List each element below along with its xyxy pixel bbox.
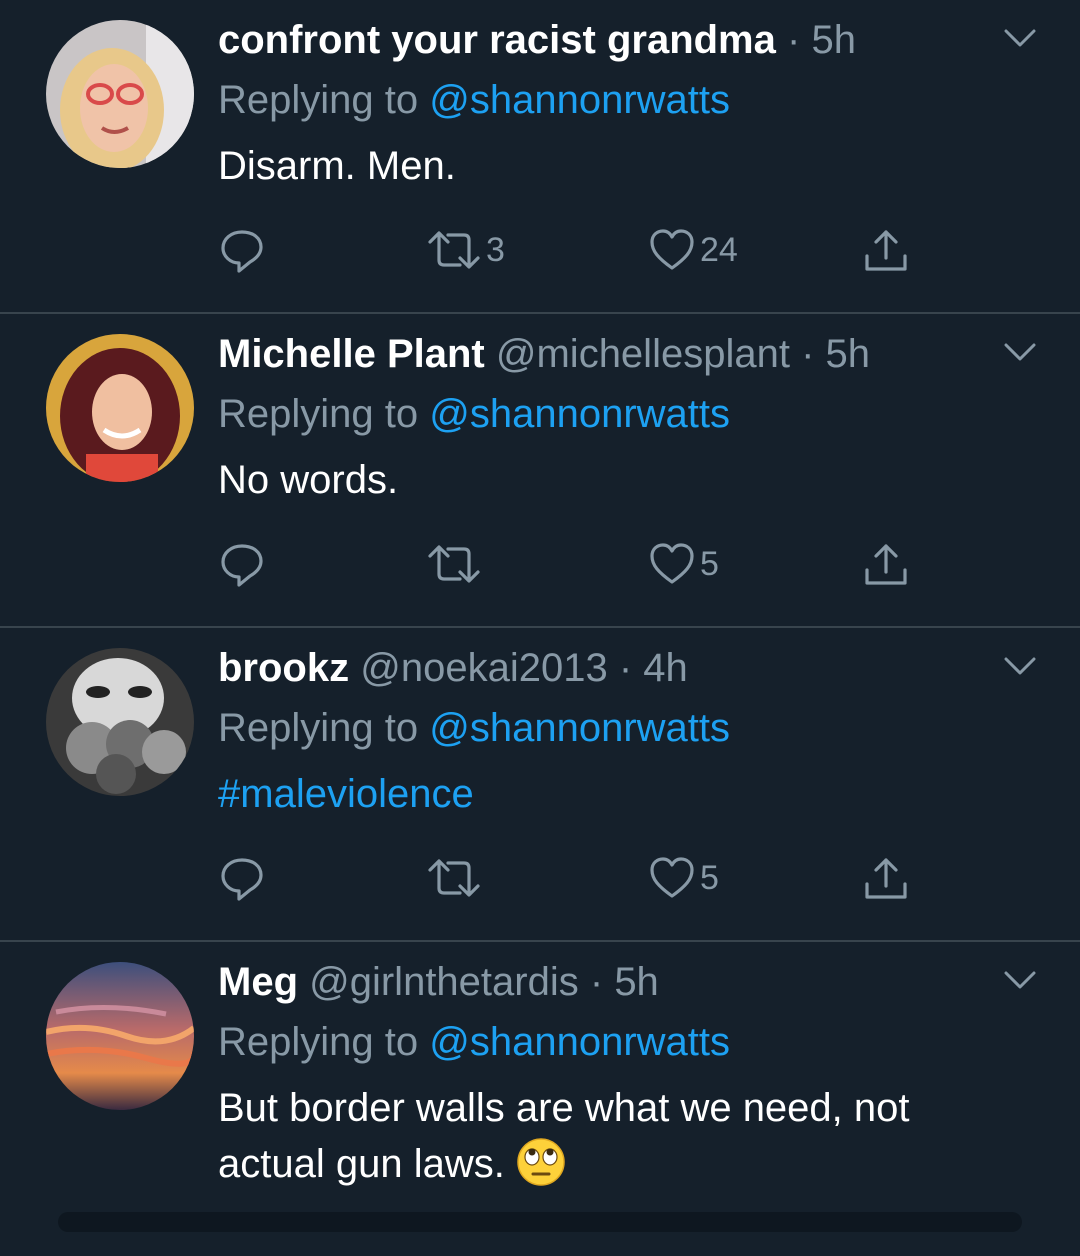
- mention-link[interactable]: @shannonrwatts: [429, 392, 730, 436]
- like-count: 24: [700, 230, 738, 269]
- reply-feed: confront your racist grandma · 5h Replyi…: [0, 0, 1080, 1256]
- tweet-actions: 5: [218, 850, 938, 906]
- replying-to-label: Replying to: [218, 78, 430, 122]
- replying-to: Replying to @shannonrwatts: [218, 1016, 730, 1068]
- reply-icon: [221, 858, 263, 901]
- heart-icon: [650, 857, 694, 898]
- tweet-text: Disarm. Men.: [218, 144, 456, 188]
- chevron-down-icon[interactable]: [1002, 654, 1038, 678]
- tweet-text: No words.: [218, 458, 399, 502]
- timestamp[interactable]: 5h: [614, 960, 659, 1004]
- chevron-down-icon[interactable]: [1002, 340, 1038, 364]
- like-button[interactable]: 24: [648, 222, 738, 278]
- like-count: 5: [700, 544, 719, 583]
- retweet-button[interactable]: 3: [426, 222, 505, 278]
- share-button[interactable]: [862, 850, 910, 906]
- share-button[interactable]: [862, 222, 910, 278]
- tweet-header: Meg @girlnthetardis · 5h: [218, 956, 659, 1008]
- display-name[interactable]: confront your racist grandma: [218, 18, 776, 62]
- display-name[interactable]: brookz: [218, 646, 349, 690]
- separator: ·: [787, 18, 801, 62]
- separator: ·: [801, 332, 815, 376]
- retweet-icon: [428, 859, 480, 897]
- reply-button[interactable]: [218, 222, 266, 278]
- like-button[interactable]: 5: [648, 536, 719, 592]
- tweet-header: brookz @noekai2013 · 4h: [218, 642, 688, 694]
- share-icon: [865, 230, 907, 271]
- avatar[interactable]: [46, 962, 194, 1110]
- tweet-text-line: But border walls are what we need, not: [218, 1086, 910, 1130]
- timestamp[interactable]: 5h: [811, 18, 856, 62]
- retweet-count: 3: [486, 230, 505, 269]
- separator: ·: [589, 960, 604, 1004]
- mention-link[interactable]: @shannonrwatts: [429, 1020, 730, 1064]
- heart-icon: [650, 543, 694, 584]
- reply-button[interactable]: [218, 850, 266, 906]
- composer-bar[interactable]: [58, 1212, 1022, 1232]
- user-handle[interactable]: @noekai2013: [360, 646, 607, 690]
- tweet[interactable]: confront your racist grandma · 5h Replyi…: [0, 0, 1080, 314]
- tweet[interactable]: Michelle Plant @michellesplant · 5h Repl…: [0, 314, 1080, 628]
- mention-link[interactable]: @shannonrwatts: [429, 78, 730, 122]
- tweet-actions: 5: [218, 536, 938, 592]
- user-handle[interactable]: @girlnthetardis: [309, 960, 579, 1004]
- rolling-eyes-emoji-icon: [517, 1138, 565, 1186]
- timestamp[interactable]: 4h: [643, 646, 688, 690]
- replying-to-label: Replying to: [218, 706, 430, 750]
- timestamp[interactable]: 5h: [826, 332, 871, 376]
- chevron-down-icon[interactable]: [1002, 968, 1038, 992]
- tweet-header: Michelle Plant @michellesplant · 5h: [218, 328, 870, 380]
- share-icon: [865, 544, 907, 585]
- retweet-icon: [428, 545, 480, 583]
- separator: ·: [618, 646, 633, 690]
- like-count: 5: [700, 858, 719, 897]
- replying-to: Replying to @shannonrwatts: [218, 388, 730, 440]
- tweet-text-fragment: actual gun laws.: [218, 1142, 516, 1186]
- tweet[interactable]: brookz @noekai2013 · 4h Replying to @sha…: [0, 628, 1080, 942]
- mention-link[interactable]: @shannonrwatts: [429, 706, 730, 750]
- avatar[interactable]: [46, 334, 194, 482]
- display-name[interactable]: Meg: [218, 960, 298, 1004]
- share-button[interactable]: [862, 536, 910, 592]
- tweet-text-line: actual gun laws.: [218, 1136, 1018, 1192]
- replying-to-label: Replying to: [218, 1020, 430, 1064]
- hashtag-link[interactable]: #maleviolence: [218, 766, 1018, 822]
- avatar[interactable]: [46, 20, 194, 168]
- replying-to: Replying to @shannonrwatts: [218, 74, 730, 126]
- tweet-text: But border walls are what we need, not a…: [218, 1080, 1018, 1192]
- reply-icon: [221, 230, 263, 273]
- tweet-header: confront your racist grandma · 5h: [218, 14, 856, 66]
- avatar[interactable]: [46, 648, 194, 796]
- heart-icon: [650, 229, 694, 270]
- replying-to: Replying to @shannonrwatts: [218, 702, 730, 754]
- retweet-button[interactable]: [426, 536, 486, 592]
- share-icon: [865, 858, 907, 899]
- user-handle[interactable]: @michellesplant: [496, 332, 790, 376]
- chevron-down-icon[interactable]: [1002, 26, 1038, 50]
- replying-to-label: Replying to: [218, 392, 430, 436]
- reply-icon: [221, 544, 263, 587]
- reply-button[interactable]: [218, 536, 266, 592]
- retweet-icon: [428, 231, 480, 269]
- tweet[interactable]: Meg @girlnthetardis · 5h Replying to @sh…: [0, 942, 1080, 1256]
- tweet-actions: 3 24: [218, 222, 938, 278]
- retweet-button[interactable]: [426, 850, 486, 906]
- display-name[interactable]: Michelle Plant: [218, 332, 485, 376]
- like-button[interactable]: 5: [648, 850, 719, 906]
